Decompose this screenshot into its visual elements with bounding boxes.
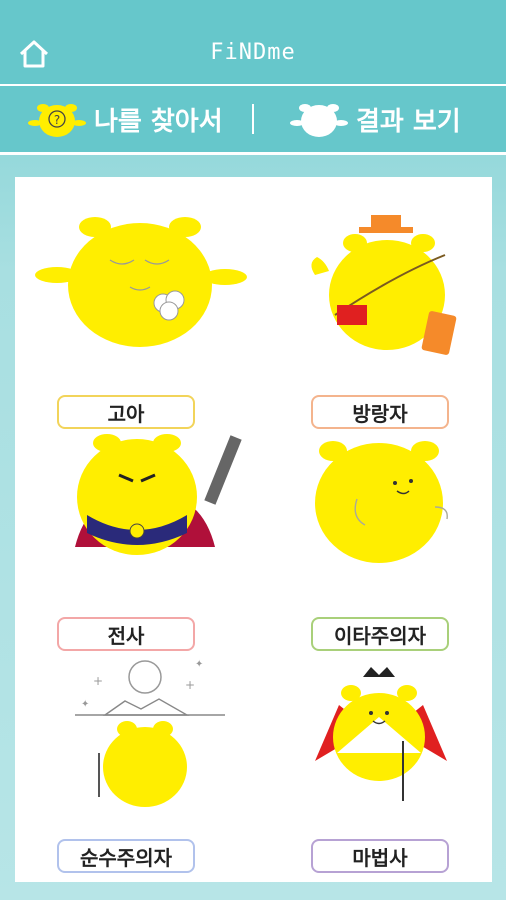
character-altruist[interactable]: 이타주의자 xyxy=(275,427,495,651)
question-character-icon: ? xyxy=(28,104,86,137)
character-grid: 고아 방랑자 전사 이타주의자 + + ✦ ✦ 순수주의자 마법사 xyxy=(15,177,492,882)
svg-text:+: + xyxy=(93,674,103,688)
character-warrior[interactable]: 전사 xyxy=(35,427,255,651)
orphan-button[interactable]: 고아 xyxy=(57,395,195,429)
purist-character-illustration: + + ✦ ✦ xyxy=(75,659,225,807)
wanderer-character-illustration xyxy=(311,215,457,355)
orphan-character-illustration xyxy=(35,217,247,347)
character-wanderer[interactable]: 방랑자 xyxy=(275,205,495,429)
altruist-character-illustration xyxy=(315,441,448,563)
svg-text:?: ? xyxy=(54,113,60,127)
wanderer-button[interactable]: 방랑자 xyxy=(311,395,449,429)
altruist-button[interactable]: 이타주의자 xyxy=(311,617,449,651)
tab-results-label: 결과 보기 xyxy=(356,106,461,137)
character-wizard[interactable]: 마법사 xyxy=(275,649,495,873)
tab-find-me-label: 나를 찾아서 xyxy=(94,106,223,137)
app-title: FiNDme xyxy=(210,40,296,65)
warrior-character-illustration xyxy=(75,434,242,555)
svg-text:✦: ✦ xyxy=(81,699,89,710)
tab-divider xyxy=(252,104,254,134)
svg-text:✦: ✦ xyxy=(195,659,203,670)
warrior-button[interactable]: 전사 xyxy=(57,617,195,651)
tab-results[interactable]: 결과 보기 xyxy=(290,86,461,152)
character-purist[interactable]: + + ✦ ✦ 순수주의자 xyxy=(35,649,255,873)
wizard-character-illustration xyxy=(315,667,447,801)
top-bar: FiNDme xyxy=(0,0,506,86)
white-character-icon xyxy=(290,104,348,137)
wizard-button[interactable]: 마법사 xyxy=(311,839,449,873)
tab-find-me[interactable]: ? 나를 찾아서 xyxy=(28,86,223,152)
character-orphan[interactable]: 고아 xyxy=(35,205,255,429)
purist-button[interactable]: 순수주의자 xyxy=(57,839,195,873)
svg-text:+: + xyxy=(185,678,195,692)
